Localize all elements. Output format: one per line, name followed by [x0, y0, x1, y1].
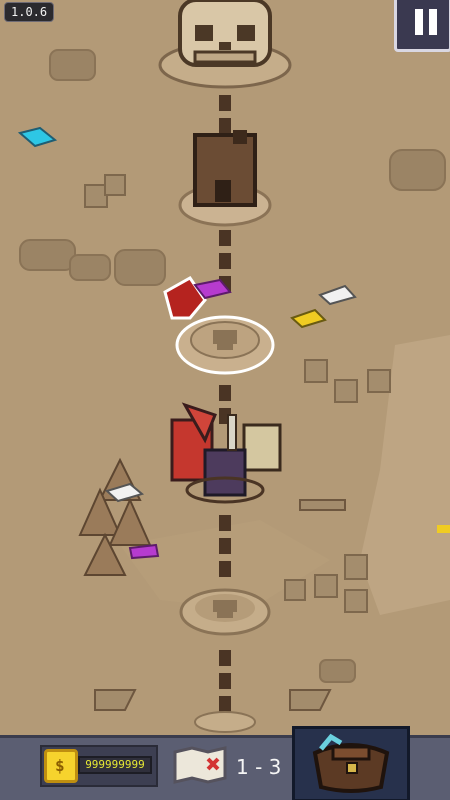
inventory-bag-button[interactable] [292, 726, 410, 800]
fence [299, 499, 346, 511]
flags [94, 689, 332, 711]
inventory-bag-icon [312, 733, 390, 793]
pause-button[interactable] [394, 0, 450, 52]
level-label: 1 - 3 [236, 755, 282, 779]
level-node[interactable] [194, 711, 256, 733]
version-label: 1.0.6 [4, 2, 55, 22]
boss-level-node[interactable] [158, 0, 292, 89]
level-node[interactable] [179, 588, 271, 636]
treasure-map-icon[interactable] [170, 744, 230, 786]
pause-icon [429, 9, 437, 35]
pause-icon [415, 9, 423, 35]
game-screen: 1.0.6 $ 999999999 1 - 3 [0, 0, 450, 800]
coin-icon: $ [44, 749, 78, 783]
world-map [17, 0, 450, 733]
coin-counter: 999999999 [85, 758, 145, 771]
current-level-node[interactable] [175, 315, 275, 375]
shop-level-node[interactable] [178, 130, 272, 227]
